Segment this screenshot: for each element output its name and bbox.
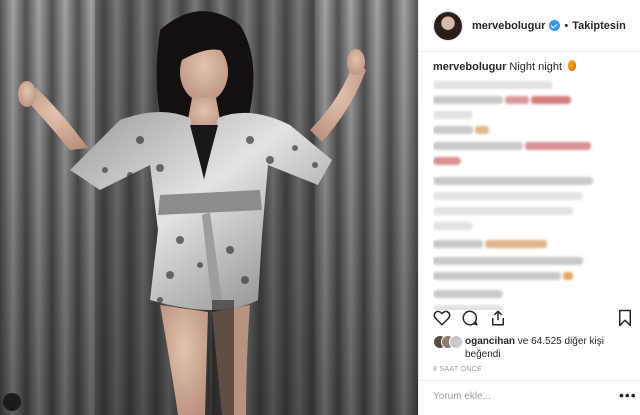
blurred-comment: [433, 240, 629, 248]
instagram-post: mervebolugur • Takiptesin mervebolugur N…: [0, 0, 640, 415]
comment-icon[interactable]: [461, 309, 479, 327]
divider: [419, 380, 640, 381]
blurred-comment: [433, 222, 473, 230]
post-caption: mervebolugur Night night: [433, 60, 629, 75]
share-icon[interactable]: [489, 309, 507, 327]
blurred-comment: [433, 142, 629, 150]
post-actions: [433, 309, 633, 331]
caption-text: Night night: [509, 61, 563, 73]
blurred-comment: [433, 111, 473, 119]
photo-image: [0, 0, 418, 415]
post-header: mervebolugur • Takiptesin: [419, 0, 640, 52]
fire-emoji-icon: [568, 60, 577, 71]
comments-list[interactable]: mervebolugur Night night: [433, 60, 629, 310]
likes-text: ogancihan ve 64.525 diğer kişi beğendi: [465, 335, 635, 361]
more-options-icon[interactable]: •••: [619, 387, 637, 403]
header-username[interactable]: mervebolugur: [472, 20, 545, 32]
caption-username[interactable]: mervebolugur: [433, 61, 506, 73]
blurred-comment: [433, 290, 503, 298]
post-photo[interactable]: [0, 0, 418, 415]
blurred-comment: [433, 257, 629, 265]
avatar[interactable]: [449, 335, 463, 349]
liker-avatars: [433, 335, 463, 349]
blurred-comment: [433, 177, 593, 185]
verified-badge-icon: [549, 20, 561, 31]
post-side-panel: mervebolugur • Takiptesin mervebolugur N…: [418, 0, 640, 415]
blurred-comment: [433, 157, 461, 165]
blurred-comment: [433, 207, 573, 215]
add-comment-input[interactable]: Yorum ekle...: [433, 391, 603, 402]
following-button[interactable]: Takiptesin: [572, 20, 626, 32]
blurred-comment: [433, 96, 629, 104]
blurred-comment: [433, 81, 553, 89]
likes-summary: ogancihan ve 64.525 diğer kişi beğendi: [433, 335, 633, 361]
heart-icon[interactable]: [433, 309, 451, 327]
profile-avatar[interactable]: [433, 10, 463, 41]
liker-username[interactable]: ogancihan: [465, 336, 515, 347]
bookmark-icon[interactable]: [617, 309, 633, 327]
blurred-comment: [433, 272, 629, 280]
post-timestamp[interactable]: 8 SAAT ÖNCE: [433, 366, 482, 373]
separator-dot: •: [564, 19, 569, 32]
blurred-comment: [433, 192, 583, 200]
blurred-comment: [433, 126, 629, 134]
